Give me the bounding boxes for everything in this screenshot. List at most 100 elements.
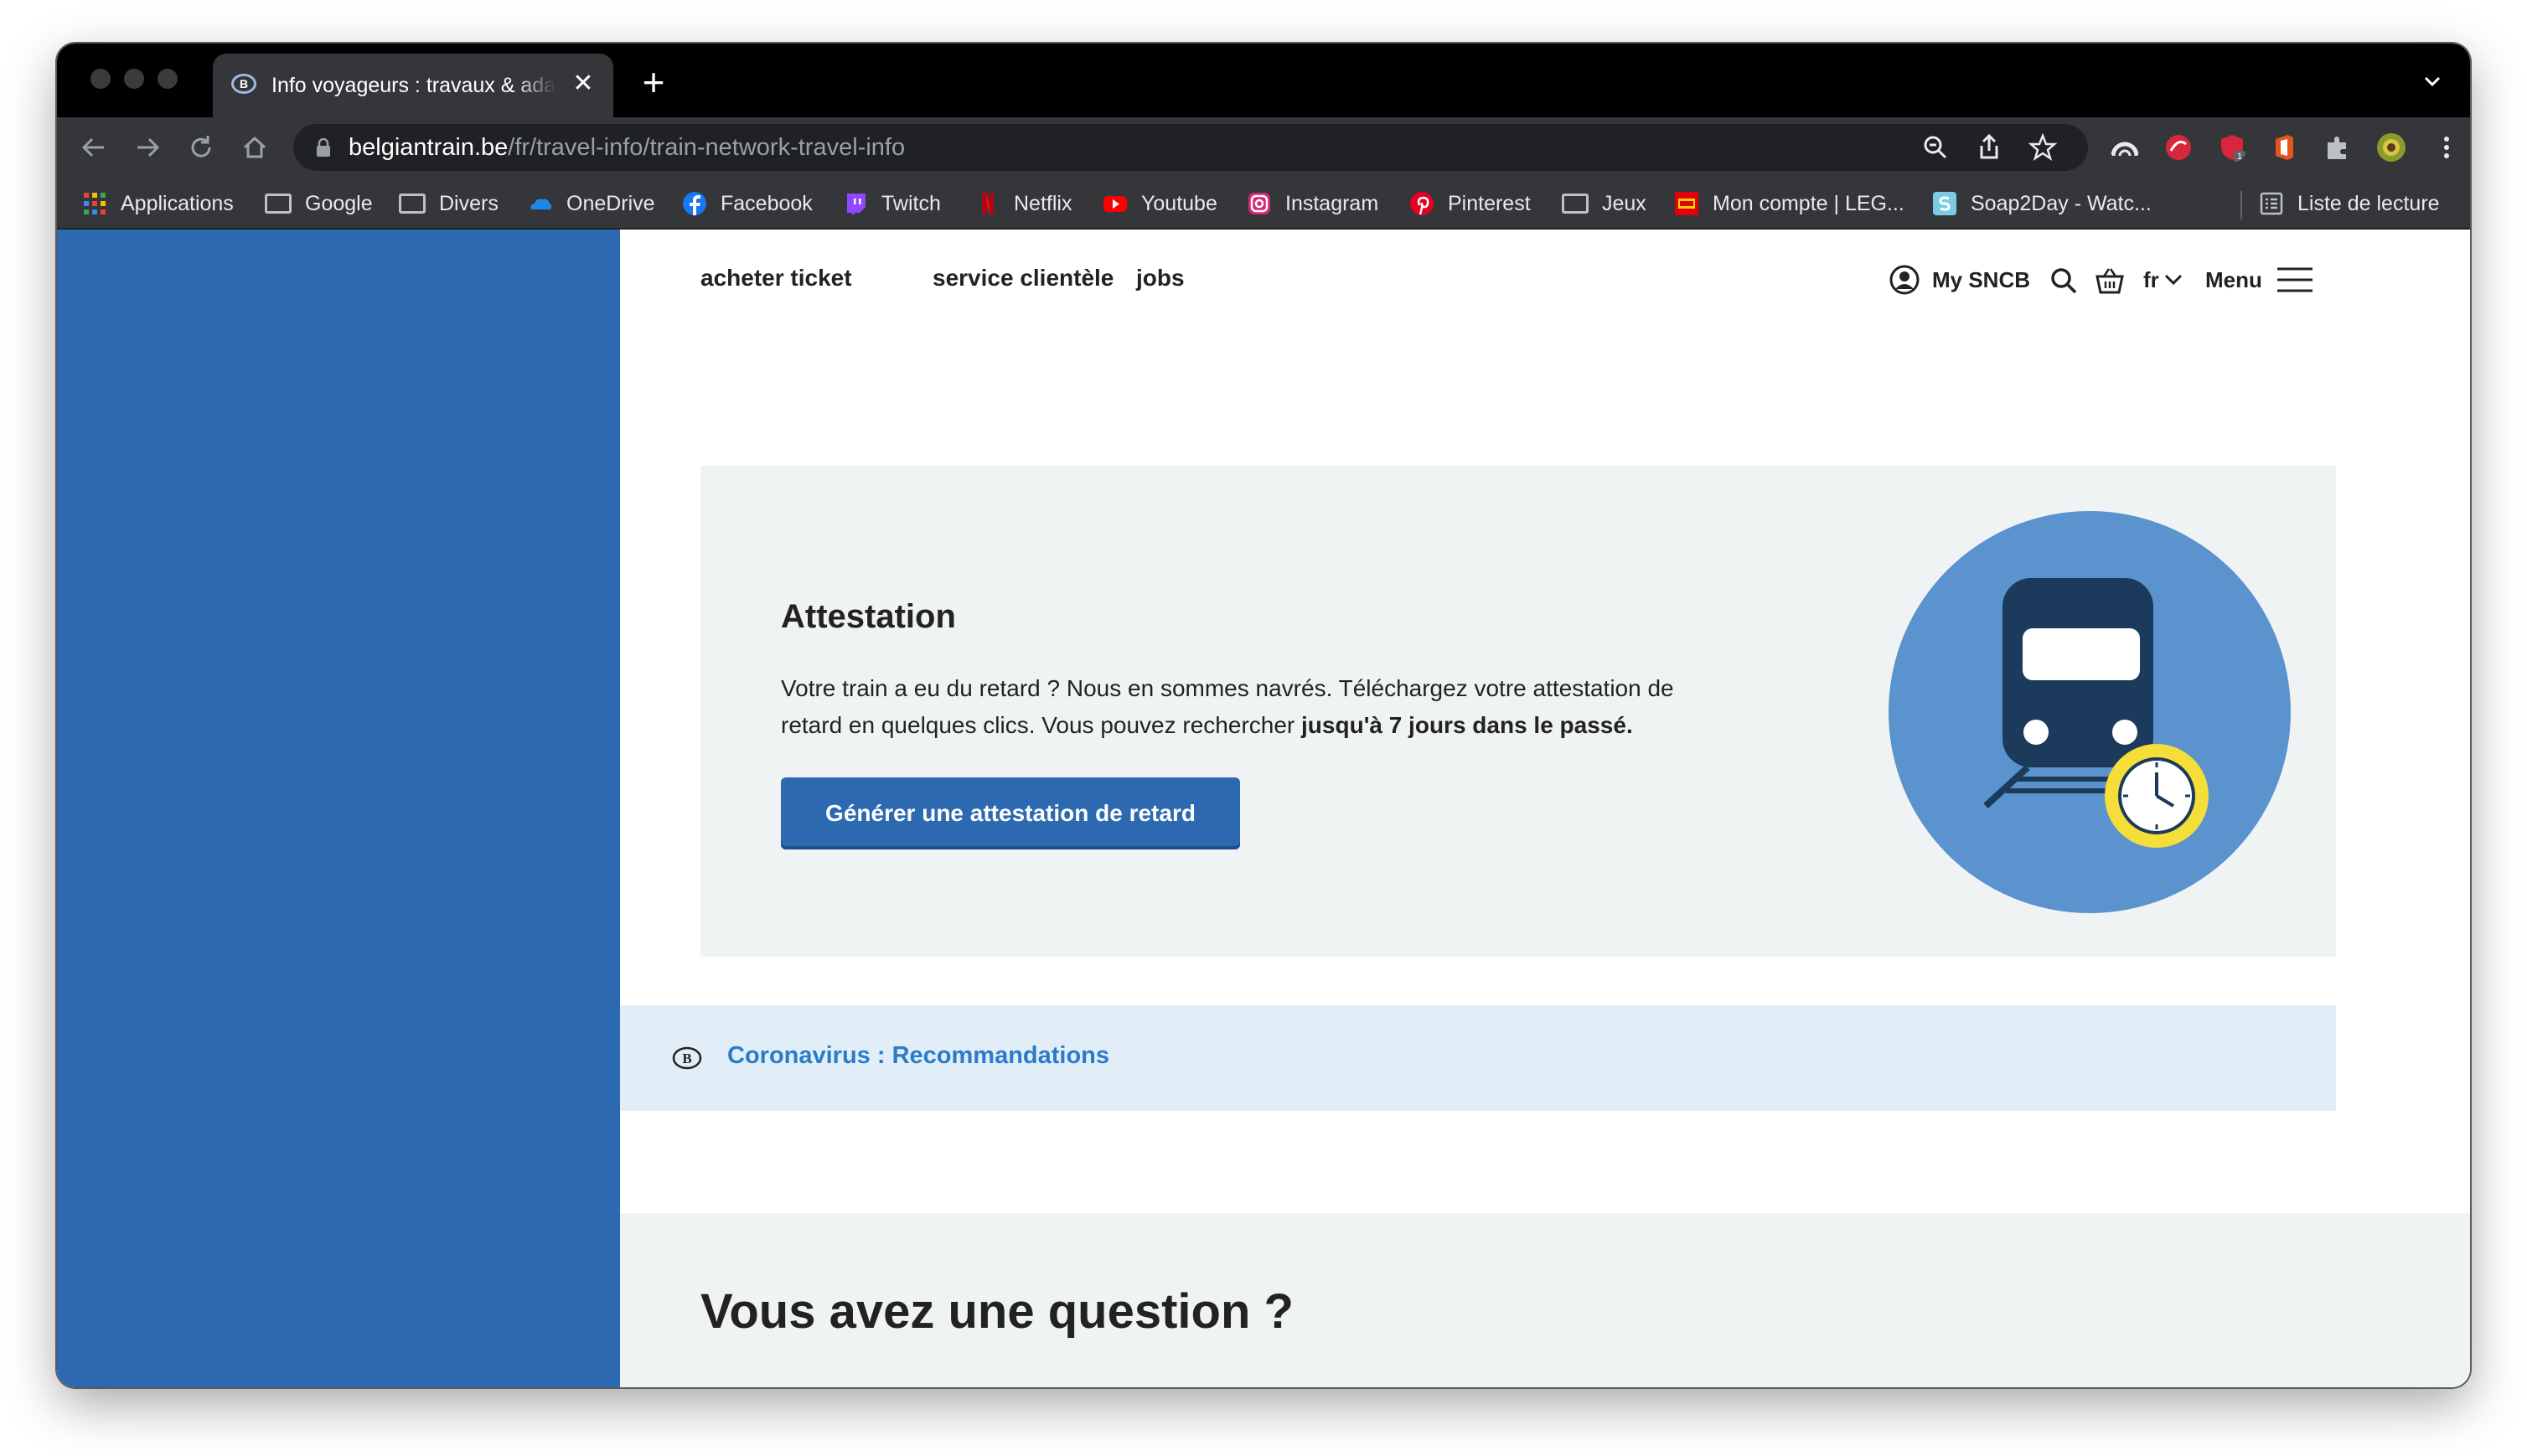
bookmark-instagram[interactable]: Instagram [1247,188,1378,219]
bookmark-youtube[interactable]: Youtube [1103,188,1217,219]
svg-text:B: B [682,1051,691,1066]
bookmark-label: OneDrive [566,191,655,215]
soap2day-icon [1933,192,1956,215]
nav-jobs[interactable]: jobs [1136,265,1185,292]
bookmark-pinterest[interactable]: Pinterest [1409,188,1531,219]
close-window-button[interactable] [90,69,111,89]
url-text[interactable]: belgiantrain.be/fr/travel-info/train-net… [349,134,905,162]
bookmarks-bar: Applications Google Divers OneDrive Face… [57,178,2470,230]
question-section: Vous avez une question ? [620,1213,2470,1387]
bookmark-jeux[interactable]: Jeux [1562,188,1646,219]
generate-delay-certificate-button[interactable]: Générer une attestation de retard [781,777,1240,849]
lock-icon[interactable] [315,137,332,157]
menu-label: Menu [2205,266,2262,292]
youtube-icon [1103,196,1127,212]
zoom-icon[interactable] [1920,132,1951,163]
coronavirus-recommendations-link[interactable]: Coronavirus : Recommandations [727,1042,1109,1070]
office-icon[interactable] [2269,132,2299,163]
zoom-window-button[interactable] [158,69,178,89]
basket-icon[interactable] [2095,266,2125,295]
share-icon[interactable] [1974,132,2004,163]
bookmark-divers[interactable]: Divers [399,188,499,219]
attestation-text-1: Votre train a eu du retard ? Nous en som… [781,675,1674,701]
url-host: belgiantrain.be [349,134,509,161]
bookmark-google[interactable]: Google [265,188,373,219]
instagram-icon [1248,193,1270,214]
facebook-icon [683,192,706,215]
sncb-favicon-icon: B [231,74,256,94]
bookmarks-divider [2240,191,2242,219]
chevron-down-icon [2164,274,2182,286]
extension-arc-icon[interactable] [2110,132,2140,163]
bookmark-facebook[interactable]: Facebook [682,188,813,219]
coronavirus-banner: B Coronavirus : Recommandations [620,1005,2336,1111]
address-bar[interactable]: belgiantrain.be/fr/travel-info/train-net… [293,124,2088,171]
forward-arrow-icon[interactable] [129,129,166,166]
nav-buy-ticket[interactable]: acheter ticket [700,265,852,292]
bookmark-lego[interactable]: Mon compte | LEG... [1674,188,1904,219]
home-icon[interactable] [236,129,273,166]
close-tab-icon[interactable]: ✕ [568,69,598,99]
extension-badge: 1 [2237,152,2242,162]
onedrive-icon [530,199,552,209]
language-selector[interactable]: fr [2143,261,2183,298]
delayed-train-illustration [1889,511,2291,913]
bookmark-netflix[interactable]: Netflix [975,188,1072,219]
bookmark-soap2day[interactable]: Soap2Day - Watc... [1932,188,2152,219]
reading-list-label: Liste de lecture [2297,191,2440,215]
language-label: fr [2143,266,2159,292]
browser-toolbar: belgiantrain.be/fr/travel-info/train-net… [57,117,2470,178]
reading-list-icon [2260,192,2283,215]
netflix-icon [982,193,994,214]
profile-avatar-icon[interactable] [2376,132,2406,163]
bookmark-label: Google [305,191,373,215]
bookmark-label: Twitch [881,191,941,215]
new-tab-button[interactable]: + [635,63,672,102]
reading-list-button[interactable]: Liste de lecture [2259,188,2440,219]
tab-search-chevron-icon[interactable] [2423,72,2442,90]
more-menu-icon[interactable] [2431,132,2462,163]
bookmark-applications[interactable]: Applications [82,188,234,219]
blue-side-panel [57,230,620,1387]
reload-icon[interactable] [183,129,220,166]
attestation-text-bold: jusqu'à 7 jours dans le passé. [1301,712,1633,738]
bookmark-label: Applications [121,191,234,215]
extension-red-icon[interactable] [2163,132,2194,163]
bookmark-label: Instagram [1285,191,1379,215]
bookmark-label: Netflix [1014,191,1072,215]
minimize-window-button[interactable] [124,69,144,89]
lego-icon [1675,192,1698,215]
tab-title: Info voyageurs : travaux & adaptations [271,74,556,97]
extension-shield-icon[interactable]: 1 [2217,132,2247,163]
back-arrow-icon[interactable] [75,129,112,166]
bookmark-label: Facebook [721,191,813,215]
hamburger-menu-icon [2276,267,2313,292]
bookmark-label: Divers [439,191,499,215]
bookmark-star-icon[interactable] [2028,132,2058,163]
question-heading: Vous avez une question ? [700,1284,1294,1339]
bookmark-onedrive[interactable]: OneDrive [528,188,655,219]
attestation-text-2: retard en quelques clics. Vous pouvez re… [781,712,1302,738]
sncb-logo-icon: B [672,1046,702,1070]
bookmark-label: Youtube [1141,191,1217,215]
search-icon[interactable] [2049,266,2078,295]
bookmark-label: Pinterest [1448,191,1531,215]
my-sncb-label: My SNCB [1932,266,2031,292]
user-account-icon [1889,265,1920,295]
folder-icon [1562,194,1589,214]
active-tab[interactable]: B Info voyageurs : travaux & adaptations… [213,54,613,117]
puzzle-extensions-icon[interactable] [2323,132,2353,163]
bookmark-twitch[interactable]: Twitch [843,188,941,219]
attestation-card: Attestation Votre train a eu du retard ?… [700,466,2336,957]
menu-button[interactable]: Menu [2205,261,2314,298]
nav-customer-service[interactable]: service clientèle [933,265,1114,292]
page-content: acheter ticket service clientèle jobs My… [57,230,2470,1387]
bookmark-label: Jeux [1602,191,1646,215]
browser-window: B Info voyageurs : travaux & adaptations… [57,44,2470,1387]
twitch-icon [847,194,866,215]
tab-strip: B Info voyageurs : travaux & adaptations… [57,44,2470,117]
my-sncb-link[interactable]: My SNCB [1889,261,2030,298]
url-path: /fr/travel-info/train-network-travel-inf… [508,134,906,161]
attestation-description: Votre train a eu du retard ? Nous en som… [781,670,1753,744]
apps-grid-icon [84,193,106,214]
